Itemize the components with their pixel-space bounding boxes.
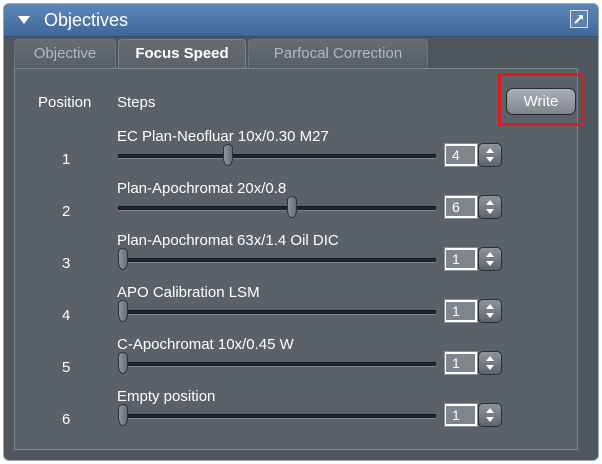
title-bar: Objectives xyxy=(4,4,598,37)
objective-row: 4 APO Calibration LSM 1 xyxy=(0,284,602,349)
chevron-down-icon[interactable] xyxy=(486,365,494,370)
chevron-down-icon[interactable] xyxy=(486,261,494,266)
focus-speed-slider-handle[interactable] xyxy=(118,300,128,322)
write-button[interactable]: Write xyxy=(506,88,576,115)
steps-field[interactable]: 1 xyxy=(444,299,478,323)
focus-speed-slider-track[interactable] xyxy=(118,206,436,211)
focus-speed-slider-track[interactable] xyxy=(118,362,436,367)
focus-speed-slider-handle[interactable] xyxy=(287,196,298,218)
steps-spinbox[interactable]: 6 xyxy=(444,195,502,219)
chevron-down-icon[interactable] xyxy=(486,209,494,214)
stepper-buttons[interactable] xyxy=(478,143,502,167)
chevron-up-icon[interactable] xyxy=(486,304,494,309)
position-header: Position xyxy=(38,94,92,111)
chevron-down-icon[interactable] xyxy=(486,417,494,422)
undock-icon[interactable] xyxy=(570,10,588,28)
position-number: 4 xyxy=(62,307,71,324)
chevron-down-icon[interactable] xyxy=(486,157,494,162)
steps-header: Steps xyxy=(117,94,156,111)
position-number: 6 xyxy=(62,411,71,428)
steps-spinbox[interactable]: 4 xyxy=(444,143,502,167)
steps-field[interactable]: 6 xyxy=(444,195,478,219)
steps-value: 4 xyxy=(446,146,475,164)
steps-value: 1 xyxy=(446,302,475,320)
chevron-up-icon[interactable] xyxy=(486,200,494,205)
steps-spinbox[interactable]: 1 xyxy=(444,299,502,323)
tab-parfocal-correction[interactable]: Parfocal Correction xyxy=(248,39,428,69)
chevron-up-icon[interactable] xyxy=(486,148,494,153)
steps-spinbox[interactable]: 1 xyxy=(444,247,502,271)
steps-value: 1 xyxy=(446,250,475,268)
focus-speed-slider-track[interactable] xyxy=(118,258,436,263)
chevron-up-icon[interactable] xyxy=(486,252,494,257)
stepper-buttons[interactable] xyxy=(478,247,502,271)
steps-spinbox[interactable]: 1 xyxy=(444,403,502,427)
steps-value: 1 xyxy=(446,406,475,424)
steps-field[interactable]: 1 xyxy=(444,403,478,427)
objective-row: 3 Plan-Apochromat 63x/1.4 Oil DIC 1 xyxy=(0,232,602,297)
stepper-buttons[interactable] xyxy=(478,351,502,375)
focus-speed-slider-track[interactable] xyxy=(118,154,436,159)
objective-row: 5 C-Apochromat 10x/0.45 W 1 xyxy=(0,336,602,401)
objective-name: EC Plan-Neofluar 10x/0.30 M27 xyxy=(117,128,329,145)
focus-speed-slider-handle[interactable] xyxy=(118,352,128,374)
collapse-arrow-icon[interactable] xyxy=(18,16,30,24)
steps-field[interactable]: 1 xyxy=(444,351,478,375)
position-number: 2 xyxy=(62,203,71,220)
objective-row: 6 Empty position 1 xyxy=(0,388,602,453)
steps-spinbox[interactable]: 1 xyxy=(444,351,502,375)
focus-speed-slider-handle[interactable] xyxy=(222,144,233,166)
tab-focus-speed[interactable]: Focus Speed xyxy=(118,39,246,69)
chevron-up-icon[interactable] xyxy=(486,408,494,413)
steps-field[interactable]: 4 xyxy=(444,143,478,167)
objective-row: 1 EC Plan-Neofluar 10x/0.30 M27 4 xyxy=(0,128,602,193)
focus-speed-slider-handle[interactable] xyxy=(118,404,128,426)
objective-name: Empty position xyxy=(117,388,216,405)
stepper-buttons[interactable] xyxy=(478,195,502,219)
position-number: 1 xyxy=(62,151,71,168)
position-number: 5 xyxy=(62,359,71,376)
window-title: Objectives xyxy=(44,10,129,30)
objective-name: APO Calibration LSM xyxy=(117,284,260,301)
focus-speed-slider-track[interactable] xyxy=(118,414,436,419)
position-number: 3 xyxy=(62,255,71,272)
stepper-buttons[interactable] xyxy=(478,403,502,427)
steps-value: 1 xyxy=(446,354,475,372)
objective-name: Plan-Apochromat 20x/0.8 xyxy=(117,180,287,197)
objective-name: Plan-Apochromat 63x/1.4 Oil DIC xyxy=(117,232,339,249)
chevron-down-icon[interactable] xyxy=(486,313,494,318)
focus-speed-slider-handle[interactable] xyxy=(118,248,128,270)
steps-field[interactable]: 1 xyxy=(444,247,478,271)
tab-objective[interactable]: Objective xyxy=(14,39,116,69)
focus-speed-slider-track[interactable] xyxy=(118,310,436,315)
stepper-buttons[interactable] xyxy=(478,299,502,323)
steps-value: 6 xyxy=(446,198,475,216)
objective-name: C-Apochromat 10x/0.45 W xyxy=(117,336,294,353)
chevron-up-icon[interactable] xyxy=(486,356,494,361)
